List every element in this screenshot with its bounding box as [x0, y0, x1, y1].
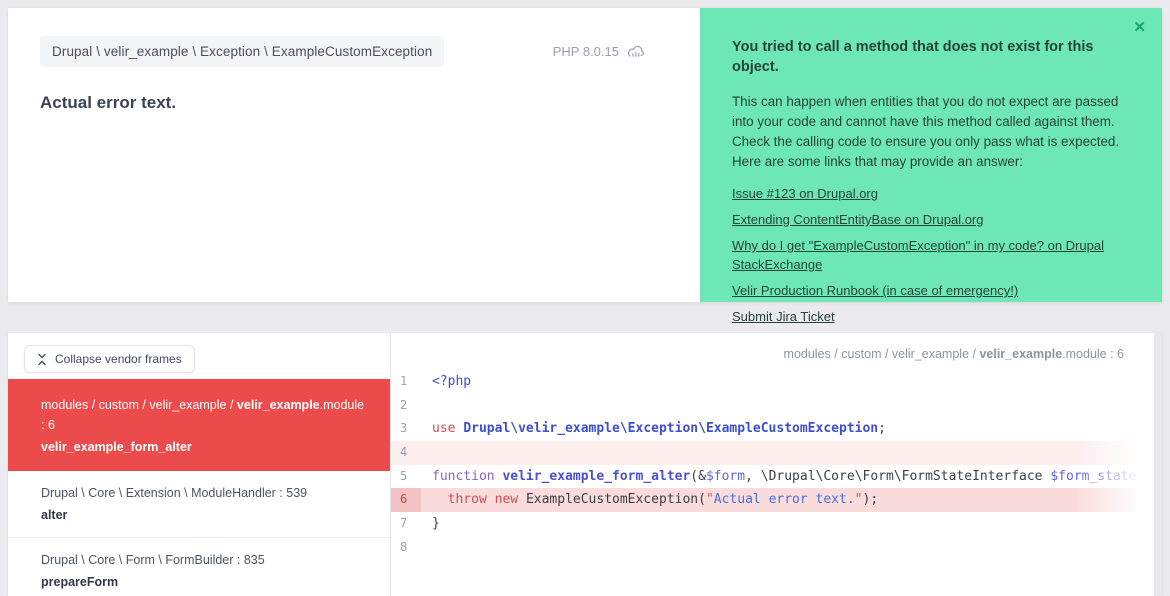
solution-panel: ✕ You tried to call a method that does n… — [700, 8, 1162, 324]
code-text: use Drupal\velir_example\Exception\Examp… — [432, 421, 886, 437]
solution-body: This can happen when entities that you d… — [732, 94, 1120, 170]
line-number: 7 — [400, 516, 408, 531]
line-number: 6 — [391, 488, 421, 513]
path-segment: modules / custom / velir_example / — [783, 347, 980, 361]
code-line: 8 — [391, 536, 1152, 560]
line-number: 8 — [400, 539, 408, 554]
frame-path: modules / custom / velir_example / velir… — [41, 395, 366, 435]
frame-path: Drupal \ Core \ Extension \ ModuleHandle… — [41, 483, 366, 503]
code-line: 4 — [391, 441, 1152, 465]
exception-card: Drupal \ velir_example \ Exception \ Exa… — [8, 8, 1162, 324]
path-segment: modules / custom / velir_example / — [41, 398, 237, 412]
line-number: 5 — [400, 468, 408, 483]
code-lines: 1 <?php 2 3 use Drupal\velir_example\Excepti… — [391, 370, 1162, 560]
code-text: } — [432, 516, 440, 532]
solution-link[interactable]: Issue #123 on Drupal.org — [732, 184, 878, 203]
line-number: 2 — [400, 397, 408, 412]
solution-links: Issue #123 on Drupal.org Extending Conten… — [732, 184, 1132, 326]
path-segment: Drupal \ Core \ Form \ FormBuilder : 835 — [41, 553, 265, 567]
stack-frame[interactable]: Drupal \ Core \ Extension \ ModuleHandle… — [8, 471, 390, 538]
line-number: 1 — [400, 374, 408, 388]
stack-trace-card: Collapse vendor frames modules / custom … — [8, 333, 1162, 596]
solution-link[interactable]: Extending ContentEntityBase on Drupal.or… — [732, 210, 984, 229]
frame-method: velir_example_form_alter — [41, 440, 192, 454]
path-segment: Drupal \ Core \ Extension \ ModuleHandle… — [41, 486, 308, 500]
code-editor: modules / custom / velir_example / velir… — [391, 333, 1162, 596]
code-line: 7} — [391, 512, 1152, 536]
frames-header: Collapse vendor frames — [8, 333, 390, 379]
code-text: function velir_example_form_alter(&$form… — [432, 468, 1162, 484]
frame-path: Drupal \ Core \ Form \ FormBuilder : 835 — [41, 550, 366, 570]
code-line: 5 function velir_example_form_alter(&$for… — [391, 465, 1162, 489]
editor-path: modules / custom / velir_example / velir… — [391, 333, 1162, 361]
php-elephant-icon — [627, 43, 646, 60]
php-version: PHP 8.0.15 — [553, 43, 668, 60]
code-line: 6 throw new ExampleCustomException("Actu… — [391, 488, 1152, 513]
solution-link[interactable]: Submit Jira Ticket — [732, 307, 835, 326]
path-segment: velir_example — [979, 347, 1063, 361]
code-text: throw new ExampleCustomException("Actual… — [447, 492, 879, 508]
collapse-vendor-frames-button[interactable]: Collapse vendor frames — [24, 345, 195, 373]
php-version-label: PHP 8.0.15 — [552, 44, 619, 59]
frame-method: alter — [41, 508, 68, 522]
stack-frames-column: Collapse vendor frames modules / custom … — [8, 333, 391, 596]
code-line: 1 <?php — [391, 370, 1152, 394]
stack-frame[interactable]: Drupal \ Core \ Form \ FormBuilder : 835… — [8, 538, 390, 596]
exception-pane: Drupal \ velir_example \ Exception \ Exa… — [8, 8, 700, 302]
collapse-button-label: Collapse vendor frames — [55, 352, 182, 366]
solution-title: You tried to call a method that does not… — [732, 39, 1094, 75]
vertical-scrollbar[interactable] — [1154, 333, 1162, 596]
code-text: <?php — [432, 374, 472, 389]
path-segment: .module : 6 — [1062, 347, 1124, 361]
code-line: 3 use Drupal\velir_example\Exception\Exam… — [391, 417, 1152, 441]
error-message: Actual error text. — [40, 93, 177, 112]
stack-frame[interactable]: modules / custom / velir_example / velir… — [8, 379, 390, 471]
collapse-icon — [37, 353, 47, 366]
path-segment: velir_example — [236, 398, 320, 412]
frames-list: modules / custom / velir_example / velir… — [8, 379, 390, 596]
solution-link[interactable]: Why do I get "ExampleCustomException" in… — [732, 236, 1132, 274]
line-number: 4 — [400, 445, 408, 460]
close-icon[interactable]: ✕ — [1133, 20, 1146, 35]
line-number: 3 — [400, 421, 408, 436]
frame-method: prepareForm — [41, 575, 119, 589]
solution-link[interactable]: Velir Production Runbook (in case of eme… — [732, 281, 1018, 300]
code-line: 2 — [391, 394, 1152, 418]
exception-class-chip: Drupal \ velir_example \ Exception \ Exa… — [40, 36, 445, 67]
